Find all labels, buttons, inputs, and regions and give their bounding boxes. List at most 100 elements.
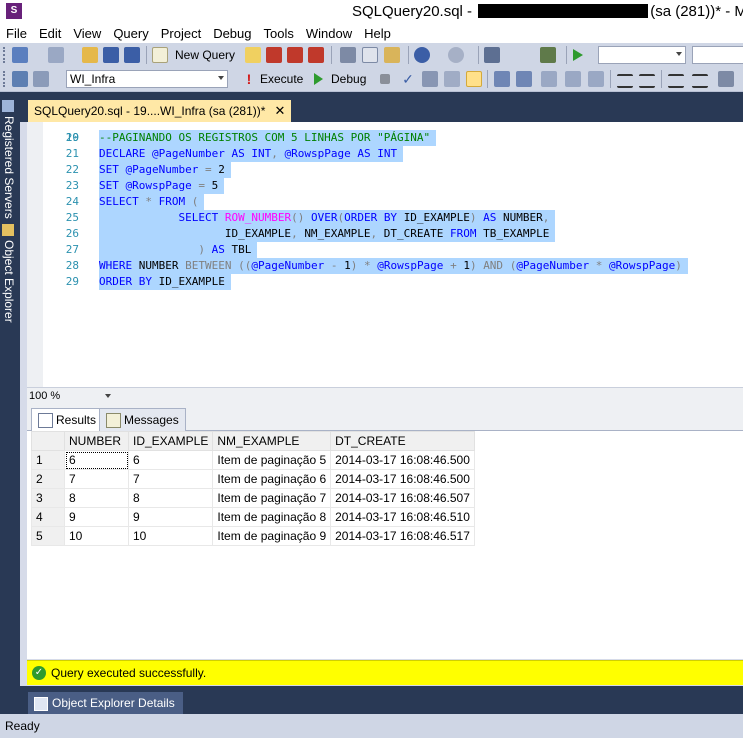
debug-button[interactable]: Debug — [331, 71, 366, 87]
row-number-cell[interactable]: 1 — [31, 450, 65, 470]
connect-icon[interactable] — [12, 71, 28, 87]
solution-explorer-icon[interactable] — [540, 47, 556, 63]
client-stats-icon[interactable] — [541, 71, 557, 87]
copy-icon[interactable] — [362, 47, 378, 63]
dmx-query-icon[interactable] — [308, 47, 324, 63]
menu-debug[interactable]: Debug — [207, 24, 257, 43]
analysis-query-icon[interactable] — [266, 47, 282, 63]
registered-servers-tab[interactable]: Registered Servers — [2, 100, 18, 219]
code-text: WHERE NUMBER BETWEEN ((@PageNumber - 1) … — [99, 258, 688, 274]
tab-messages[interactable]: Messages — [99, 408, 186, 431]
execute-button[interactable]: Execute — [260, 71, 303, 87]
decrease-indent-icon[interactable] — [668, 74, 684, 88]
grid-cell[interactable]: 2014-03-17 16:08:46.500 — [330, 469, 475, 489]
menu-window[interactable]: Window — [300, 24, 358, 43]
toolbar-grip[interactable] — [3, 47, 8, 63]
include-plan-icon[interactable] — [494, 71, 510, 87]
table-row[interactable]: 5 10 10 Item de paginação 9 2014-03-17 16:08… — [31, 526, 475, 546]
grid-cell[interactable]: 8 — [127, 488, 214, 508]
tab-object-explorer-details[interactable]: Object Explorer Details — [28, 692, 183, 714]
change-connection-icon[interactable] — [33, 71, 49, 87]
column-header[interactable]: NUMBER — [64, 431, 129, 451]
table-row[interactable]: 1 6 6 Item de paginação 5 2014-03-17 16:08:4… — [31, 450, 475, 470]
redo-icon[interactable] — [448, 47, 464, 63]
grid-cell[interactable]: Item de paginação 8 — [212, 507, 332, 527]
new-project-icon[interactable] — [12, 47, 28, 63]
save-all-icon[interactable] — [124, 47, 140, 63]
zoom-level[interactable]: 100 % — [29, 389, 60, 404]
grid-cell[interactable]: 2014-03-17 16:08:46.500 — [330, 450, 475, 470]
open-file-icon[interactable] — [82, 47, 98, 63]
row-number-cell[interactable]: 3 — [31, 488, 65, 508]
menu-file[interactable]: File — [0, 24, 33, 43]
specify-values-icon[interactable] — [718, 71, 734, 87]
new-query-button[interactable]: New Query — [175, 47, 235, 63]
add-item-icon[interactable] — [48, 47, 64, 63]
available-databases-dropdown[interactable]: WI_Infra — [66, 70, 228, 88]
menu-query[interactable]: Query — [107, 24, 154, 43]
menu-view[interactable]: View — [67, 24, 107, 43]
menu-help[interactable]: Help — [358, 24, 397, 43]
table-row[interactable]: 4 9 9 Item de paginação 8 2014-03-17 16:08:4… — [31, 507, 475, 527]
menu-tools[interactable]: Tools — [258, 24, 300, 43]
results-to-text-icon[interactable] — [565, 71, 581, 87]
mdx-query-icon[interactable] — [287, 47, 303, 63]
grid-cell[interactable]: 8 — [64, 488, 129, 508]
grid-cell[interactable]: 6 — [127, 450, 214, 470]
grid-cell[interactable]: 2014-03-17 16:08:46.507 — [330, 488, 475, 508]
sql-editor[interactable]: 19 20 --PAGINANDO OS REGISTROS COM 5 LINH… — [27, 122, 743, 387]
results-to-file-icon[interactable] — [588, 71, 604, 87]
parse-checkmark-icon[interactable]: ✓ — [400, 71, 416, 87]
comment-out-icon[interactable] — [617, 74, 633, 88]
increase-indent-icon[interactable] — [692, 74, 708, 88]
query-designer-icon[interactable] — [444, 71, 460, 87]
navigate-backward-icon[interactable] — [484, 47, 500, 63]
grid-cell[interactable]: 10 — [127, 526, 214, 546]
debug-icon[interactable] — [314, 73, 323, 85]
cut-icon[interactable] — [340, 47, 356, 63]
column-header[interactable]: ID_EXAMPLE — [127, 431, 214, 451]
ssms-app-icon[interactable]: S — [6, 3, 22, 19]
table-row[interactable]: 2 7 7 Item de paginação 6 2014-03-17 16:08:4… — [31, 469, 475, 489]
row-number-cell[interactable]: 4 — [31, 507, 65, 527]
row-number-cell[interactable]: 2 — [31, 469, 65, 489]
grid-cell[interactable]: 9 — [64, 507, 129, 527]
grid-cell[interactable]: 6 — [64, 450, 129, 470]
paste-icon[interactable] — [384, 47, 400, 63]
chevron-down-icon[interactable] — [105, 394, 111, 398]
execute-icon[interactable]: ! — [241, 71, 257, 87]
toolbar-grip[interactable] — [3, 71, 8, 87]
cancel-query-icon[interactable] — [380, 74, 390, 84]
grid-cell[interactable]: 2014-03-17 16:08:46.510 — [330, 507, 475, 527]
live-stats-icon[interactable] — [516, 71, 532, 87]
row-number-header[interactable] — [31, 431, 65, 451]
grid-cell[interactable]: Item de paginação 9 — [212, 526, 332, 546]
column-header[interactable]: DT_CREATE — [330, 431, 475, 451]
grid-cell[interactable]: 7 — [64, 469, 129, 489]
db-engine-query-icon[interactable] — [245, 47, 261, 63]
display-plan-icon[interactable] — [422, 71, 438, 87]
grid-cell[interactable]: 10 — [64, 526, 129, 546]
menu-project[interactable]: Project — [155, 24, 207, 43]
save-icon[interactable] — [103, 47, 119, 63]
solution-config-dropdown[interactable] — [598, 46, 686, 64]
grid-cell[interactable]: 9 — [127, 507, 214, 527]
results-to-grid-icon[interactable] — [466, 71, 482, 87]
grid-cell[interactable]: Item de paginação 5 — [212, 450, 332, 470]
tab-results[interactable]: Results — [31, 408, 104, 432]
object-explorer-tab[interactable]: Object Explorer — [2, 224, 18, 323]
find-dropdown[interactable] — [692, 46, 743, 64]
column-header[interactable]: NM_EXAMPLE — [212, 431, 332, 451]
results-grid[interactable]: NUMBER ID_EXAMPLE NM_EXAMPLE DT_CREATE 1… — [31, 431, 475, 546]
undo-icon[interactable] — [414, 47, 430, 63]
grid-cell[interactable]: 2014-03-17 16:08:46.517 — [330, 526, 475, 546]
row-number-cell[interactable]: 5 — [31, 526, 65, 546]
start-debugging-icon[interactable] — [573, 49, 583, 61]
uncomment-icon[interactable] — [639, 74, 655, 88]
table-row[interactable]: 3 8 8 Item de paginação 7 2014-03-17 16:08:4… — [31, 488, 475, 508]
new-query-icon[interactable] — [152, 47, 168, 63]
grid-cell[interactable]: Item de paginação 7 — [212, 488, 332, 508]
grid-cell[interactable]: 7 — [127, 469, 214, 489]
menu-edit[interactable]: Edit — [33, 24, 67, 43]
grid-cell[interactable]: Item de paginação 6 — [212, 469, 332, 489]
